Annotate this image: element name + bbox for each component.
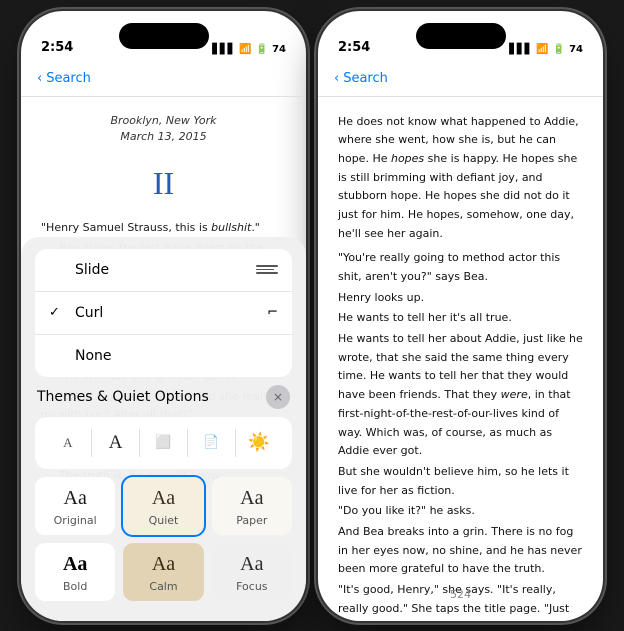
theme-grid: Aa Original Aa Quiet Aa Paper Aa Bold Aa bbox=[35, 477, 292, 601]
battery-icon: 🔋 bbox=[256, 44, 268, 55]
close-icon: × bbox=[273, 390, 283, 404]
curl-icon-container: ⌐ bbox=[250, 303, 278, 323]
signal-icon: ▋▋▋ bbox=[212, 44, 235, 55]
theme-original-sample: Aa bbox=[64, 487, 87, 510]
curl-option[interactable]: ✓ Curl ⌐ bbox=[35, 292, 292, 335]
font-controls: A A ⬜ 📄 ☀️ bbox=[35, 417, 292, 469]
back-label-right: Search bbox=[343, 71, 388, 86]
theme-calm-sample: Aa bbox=[152, 553, 175, 576]
font-increase-button[interactable]: A bbox=[98, 425, 134, 461]
battery-level-right: 74 bbox=[569, 44, 583, 55]
right-para-2: Henry looks up. bbox=[338, 289, 583, 308]
status-icons-left: ▋▋▋ 📶 🔋 74 bbox=[212, 44, 286, 55]
slide-option-left: Slide bbox=[49, 262, 109, 278]
book-location: Brooklyn, New York bbox=[41, 113, 286, 130]
book-date: March 13, 2015 bbox=[41, 129, 286, 146]
chevron-left-icon-right: ‹ bbox=[334, 71, 339, 86]
font-style-button[interactable]: ⬜ bbox=[145, 425, 181, 461]
right-para-7: And Bea breaks into a grin. There is no … bbox=[338, 523, 583, 579]
theme-focus-name: Focus bbox=[236, 580, 267, 593]
slide-label: Slide bbox=[75, 262, 109, 278]
theme-quiet[interactable]: Aa Quiet bbox=[123, 477, 203, 535]
theme-paper[interactable]: Aa Paper bbox=[212, 477, 292, 535]
book-para-0: "Henry Samuel Strauss, this is bullshit.… bbox=[41, 219, 286, 237]
chapter-number: II bbox=[41, 158, 286, 209]
right-para-5: But she wouldn't believe him, so he lets… bbox=[338, 463, 583, 500]
themes-header: Themes & Quiet Options × bbox=[35, 385, 292, 409]
divider-2 bbox=[139, 429, 140, 457]
right-para-4: He wants to tell her about Addie, just l… bbox=[338, 330, 583, 461]
theme-quiet-sample: Aa bbox=[152, 487, 175, 510]
left-phone: 2:54 ▋▋▋ 📶 🔋 74 ‹ Search Brooklyn, New Y… bbox=[21, 11, 306, 621]
right-para-3: He wants to tell her it's all true. bbox=[338, 309, 583, 328]
right-phone: 2:54 ▋▋▋ 📶 🔋 74 ‹ Search He does not kno… bbox=[318, 11, 603, 621]
close-button[interactable]: × bbox=[266, 385, 290, 409]
theme-calm-name: Calm bbox=[149, 580, 177, 593]
wifi-icon: 📶 bbox=[239, 44, 251, 55]
phones-container: 2:54 ▋▋▋ 📶 🔋 74 ‹ Search Brooklyn, New Y… bbox=[11, 1, 613, 631]
divider-4 bbox=[235, 429, 236, 457]
page-number: 524 bbox=[450, 586, 471, 605]
dynamic-island-right bbox=[416, 23, 506, 49]
status-time-right: 2:54 bbox=[338, 40, 370, 55]
wifi-icon-right: 📶 bbox=[536, 44, 548, 55]
none-option-left: None bbox=[49, 348, 112, 364]
book-header: Brooklyn, New York March 13, 2015 bbox=[41, 113, 286, 146]
status-time-left: 2:54 bbox=[41, 40, 73, 55]
signal-icon-right: ▋▋▋ bbox=[509, 44, 532, 55]
theme-quiet-name: Quiet bbox=[149, 514, 179, 527]
book-content-right: He does not know what happened to Addie,… bbox=[318, 97, 603, 621]
theme-focus[interactable]: Aa Focus bbox=[212, 543, 292, 601]
none-option[interactable]: None bbox=[35, 335, 292, 377]
chevron-left-icon: ‹ bbox=[37, 71, 42, 86]
status-icons-right: ▋▋▋ 📶 🔋 74 bbox=[509, 44, 583, 55]
theme-calm[interactable]: Aa Calm bbox=[123, 543, 203, 601]
theme-paper-name: Paper bbox=[236, 514, 267, 527]
battery-icon-right: 🔋 bbox=[553, 44, 565, 55]
theme-focus-sample: Aa bbox=[240, 553, 263, 576]
scroll-lines-icon bbox=[256, 265, 278, 274]
slide-icon bbox=[250, 260, 278, 280]
back-button-right[interactable]: ‹ Search bbox=[334, 71, 388, 86]
curl-label: Curl bbox=[75, 305, 103, 321]
theme-bold-sample: Aa bbox=[63, 553, 87, 576]
curl-check: ✓ bbox=[49, 305, 65, 320]
right-para-6: "Do you like it?" he asks. bbox=[338, 502, 583, 521]
transition-menu: Slide ✓ Curl bbox=[35, 249, 292, 377]
right-para-0: He does not know what happened to Addie,… bbox=[338, 113, 583, 244]
curl-option-left: ✓ Curl bbox=[49, 305, 103, 321]
slide-check bbox=[49, 262, 65, 277]
none-label: None bbox=[75, 348, 112, 364]
back-label-left: Search bbox=[46, 71, 91, 86]
theme-bold-name: Bold bbox=[63, 580, 87, 593]
font-decrease-button[interactable]: A bbox=[50, 425, 86, 461]
slide-option[interactable]: Slide bbox=[35, 249, 292, 292]
font-page-button[interactable]: 📄 bbox=[193, 425, 229, 461]
back-button-left[interactable]: ‹ Search bbox=[37, 71, 91, 86]
theme-bold[interactable]: Aa Bold bbox=[35, 543, 115, 601]
none-check bbox=[49, 348, 65, 363]
theme-original-name: Original bbox=[54, 514, 97, 527]
themes-title: Themes & Quiet Options bbox=[37, 389, 209, 405]
divider-3 bbox=[187, 429, 188, 457]
overlay-panel: Slide ✓ Curl bbox=[21, 237, 306, 621]
battery-level: 74 bbox=[272, 44, 286, 55]
right-para-1: "You're really going to method actor thi… bbox=[338, 249, 583, 286]
curl-icon: ⌐ bbox=[267, 305, 278, 320]
dynamic-island bbox=[119, 23, 209, 49]
nav-bar-right: ‹ Search bbox=[318, 61, 603, 97]
theme-paper-sample: Aa bbox=[240, 487, 263, 510]
brightness-button[interactable]: ☀️ bbox=[241, 425, 277, 461]
none-icon bbox=[250, 346, 278, 366]
theme-original[interactable]: Aa Original bbox=[35, 477, 115, 535]
nav-bar-left: ‹ Search bbox=[21, 61, 306, 97]
divider-1 bbox=[91, 429, 92, 457]
